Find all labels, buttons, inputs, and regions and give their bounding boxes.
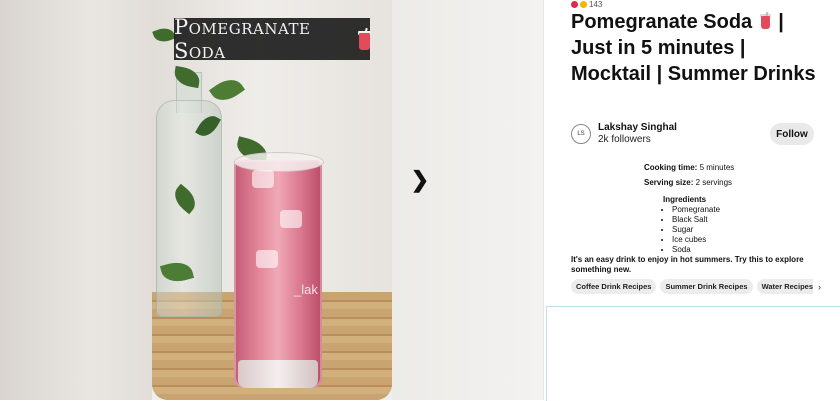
author-block[interactable]: LS Lakshay Singhal 2k followers <box>571 122 677 146</box>
reactions[interactable]: 143 <box>571 0 603 9</box>
list-item: Pomegranate <box>672 205 720 215</box>
tag-chip[interactable]: Coffee Drink Recipes <box>571 279 657 294</box>
blurred-background-right <box>392 0 543 400</box>
ice-cube <box>252 170 274 188</box>
media-pane: _lak Pomegranate Soda ❯ <box>0 0 543 400</box>
soda-cup-icon <box>358 27 372 50</box>
author-name[interactable]: Lakshay Singhal <box>598 122 677 134</box>
wow-reaction-icon <box>580 0 587 8</box>
blurred-background-left <box>0 0 152 400</box>
heart-reaction-icon <box>571 0 578 8</box>
soda-glass <box>234 160 322 388</box>
pin-title: Pomegranate Soda | Just in 5 minutes | M… <box>571 11 816 85</box>
overlay-title: Pomegranate Soda <box>174 15 311 63</box>
chevron-right-icon: ❯ <box>410 167 430 192</box>
soda-cup-icon <box>759 11 771 29</box>
list-item: Black Salt <box>672 215 720 225</box>
ingredients-list: Pomegranate Black Salt Sugar Ice cubes S… <box>663 205 720 255</box>
pin-description: It's an easy drink to enjoy in hot summe… <box>571 255 804 274</box>
ice-cube <box>256 250 278 268</box>
follow-button[interactable]: Follow <box>770 123 814 145</box>
list-item: Ice cubes <box>672 235 720 245</box>
ingredients-heading: Ingredients <box>663 195 707 204</box>
related-tags: Coffee Drink Recipes Summer Drink Recipe… <box>571 279 821 294</box>
cooking-time: Cooking time: 5 minutes <box>644 163 735 172</box>
watermark: _lak <box>294 282 318 297</box>
comments-panel[interactable] <box>546 306 840 401</box>
reaction-count: 143 <box>589 0 603 9</box>
ice-cube <box>280 210 302 228</box>
avatar[interactable]: LS <box>571 124 591 144</box>
divider <box>543 0 544 400</box>
tag-chip[interactable]: Summer Drink Recipes <box>660 279 753 294</box>
overlay-title-banner: Pomegranate Soda <box>174 15 372 63</box>
next-image-button[interactable]: ❯ <box>404 164 436 196</box>
serving-size: Serving size: 2 servings <box>644 178 733 187</box>
list-item: Sugar <box>672 225 720 235</box>
follower-count: 2k followers <box>598 134 651 145</box>
chevron-right-icon[interactable]: › <box>818 282 821 292</box>
tag-chip[interactable]: Water Recipes <box>756 279 813 294</box>
list-item: Soda <box>672 245 720 255</box>
pin-image[interactable]: _lak Pomegranate Soda <box>152 0 392 400</box>
